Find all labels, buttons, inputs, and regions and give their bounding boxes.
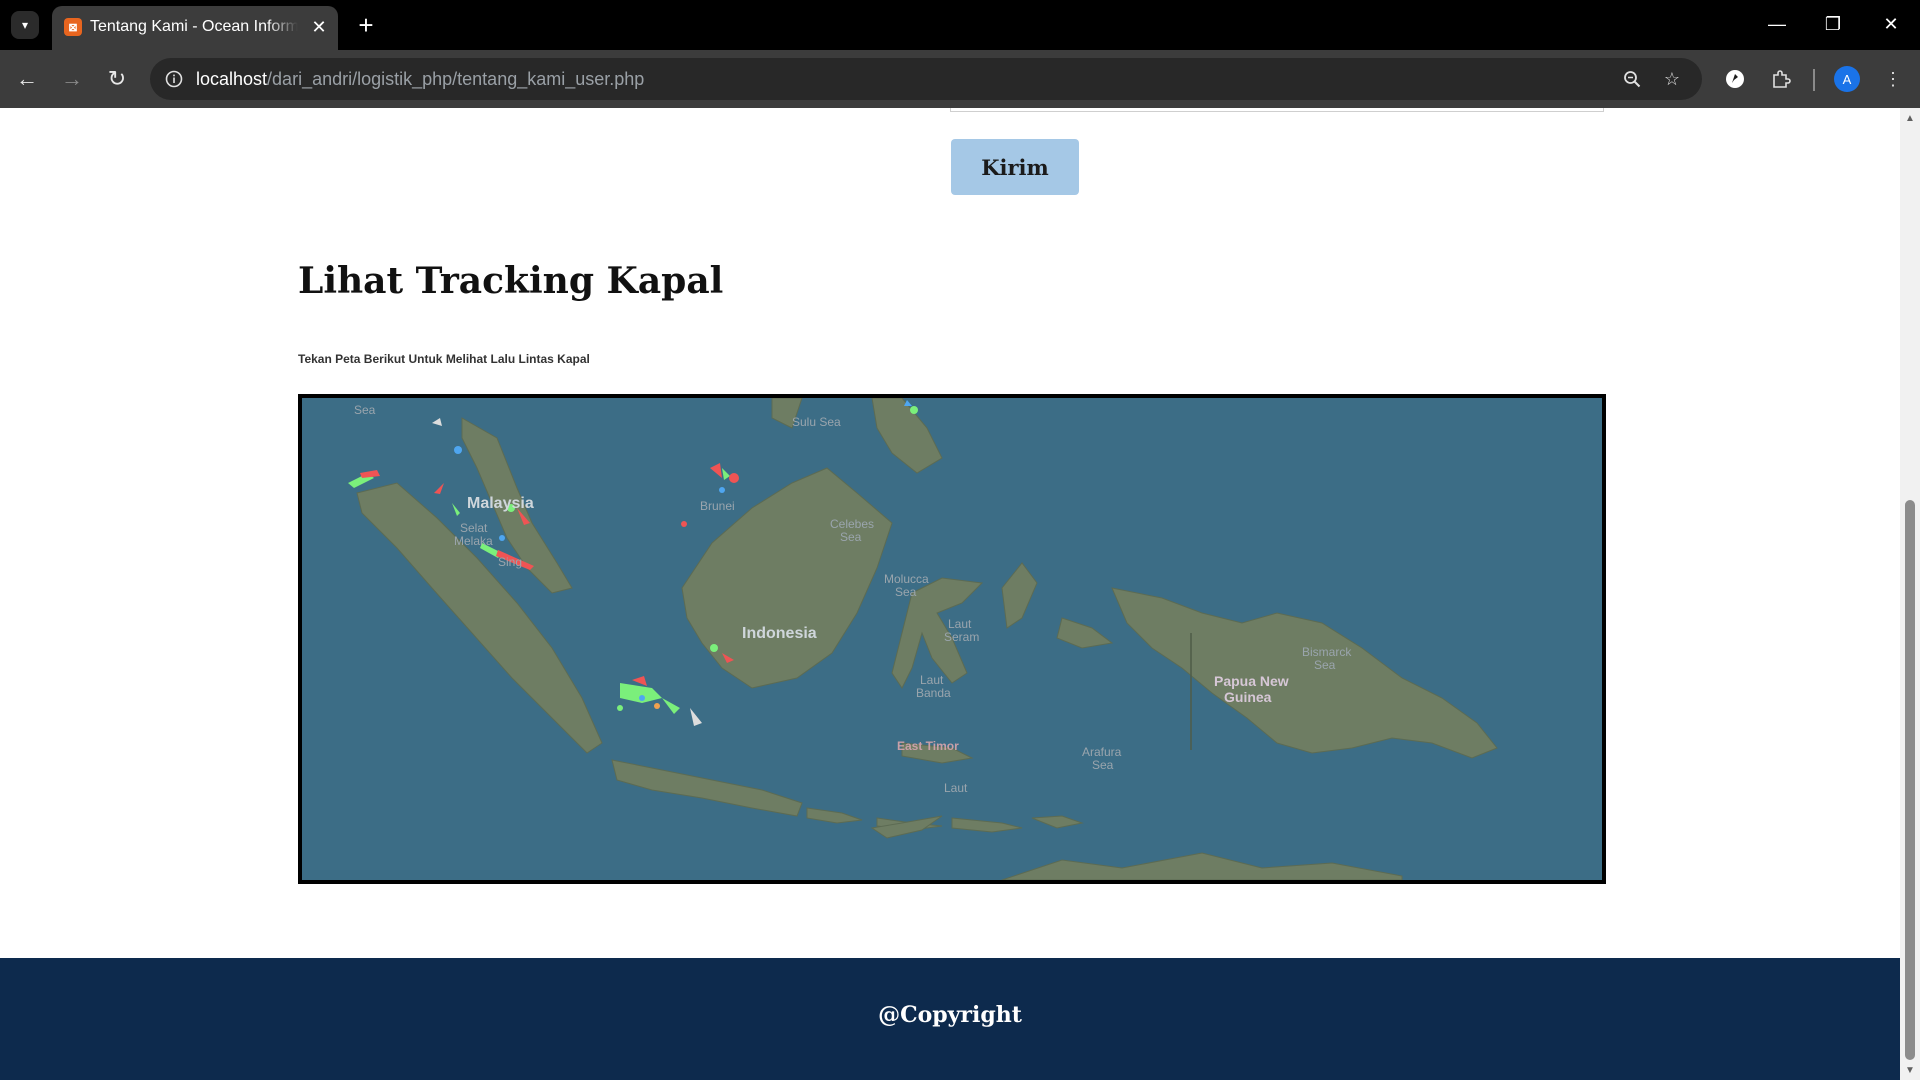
zoom-icon[interactable] (1620, 67, 1644, 91)
ship-marker (710, 644, 718, 652)
ship-marker (617, 705, 623, 711)
address-bar[interactable]: localhost/dari_andri/logistik_php/tentan… (150, 58, 1702, 100)
ship-marker (452, 503, 460, 516)
reload-icon[interactable]: ↻ (101, 63, 133, 95)
map-label: Celebes (830, 517, 874, 531)
map-label: Laut (920, 673, 944, 687)
extensions-puzzle-icon[interactable] (1766, 64, 1796, 94)
ship-tracking-map[interactable]: Sea Sulu Sea Malaysia Selat Melaka Sing … (298, 394, 1606, 884)
tab-close-icon[interactable]: ✕ (308, 16, 330, 38)
page-scrollbar[interactable]: ▲ ▼ (1900, 108, 1920, 1080)
map-label: Molucca (884, 572, 929, 586)
extension-pin-icon[interactable] (1720, 64, 1750, 94)
ship-marker (729, 473, 739, 483)
map-label: Guinea (1224, 689, 1272, 705)
close-window-icon[interactable]: ✕ (1871, 8, 1911, 40)
map-label: Sulu Sea (792, 415, 841, 429)
ship-marker (719, 487, 725, 493)
ship-marker (632, 676, 647, 686)
ship-marker (499, 535, 505, 541)
map-label: Sea (354, 403, 376, 417)
map-label: Papua New (1214, 673, 1289, 689)
ship-marker (432, 418, 442, 426)
ship-marker (710, 463, 722, 478)
map-label: Sea (840, 530, 862, 544)
ship-marker (662, 698, 680, 714)
toolbar-divider (1813, 69, 1815, 91)
restore-icon[interactable]: ❐ (1813, 8, 1853, 40)
map-label: Melaka (454, 534, 493, 548)
scroll-down-arrow-icon[interactable]: ▼ (1904, 1064, 1916, 1076)
map-label: Selat (460, 521, 488, 535)
url-path: /dari_andri/logistik_php/tentang_kami_us… (267, 69, 645, 89)
ship-marker (681, 521, 687, 527)
map-label: Brunei (700, 499, 735, 513)
land-layer (356, 398, 1498, 880)
browser-tab-bar: ▾ ⊠ Tentang Kami - Ocean Informat ✕ + — … (0, 0, 1920, 50)
submit-button[interactable]: Kirim (951, 139, 1079, 195)
xampp-favicon-icon: ⊠ (64, 18, 82, 36)
browser-tab[interactable]: ⊠ Tentang Kami - Ocean Informat ✕ (52, 6, 338, 50)
more-menu-icon[interactable]: ⋮ (1878, 64, 1908, 94)
ship-marker (690, 708, 702, 726)
map-label: Laut (948, 617, 972, 631)
map-label: Indonesia (742, 625, 817, 642)
tab-search-icon[interactable]: ▾ (11, 11, 39, 39)
map-label: Sea (1314, 658, 1336, 672)
minimize-icon[interactable]: — (1757, 8, 1797, 40)
section-title: Lihat Tracking Kapal (298, 260, 724, 302)
url-host: localhost (196, 69, 268, 89)
map-label: Sea (1092, 758, 1114, 772)
page-viewport: Kirim Lihat Tracking Kapal Tekan Peta Be… (0, 108, 1900, 1080)
ship-marker (454, 446, 462, 454)
map-label: Arafura (1082, 745, 1122, 759)
ship-marker (360, 470, 380, 478)
new-tab-icon[interactable]: + (352, 10, 380, 40)
map-label: Bismarck (1302, 645, 1352, 659)
scroll-up-arrow-icon[interactable]: ▲ (1904, 112, 1916, 124)
ship-marker (639, 695, 645, 701)
copyright-text: @Copyright (878, 1002, 1022, 1028)
back-arrow-icon[interactable]: ← (11, 63, 43, 95)
map-label: Malaysia (467, 495, 534, 512)
ship-marker (910, 406, 918, 414)
map-label: Sing (498, 555, 522, 569)
scroll-thumb[interactable] (1905, 500, 1915, 1060)
url-text: localhost/dari_andri/logistik_php/tentan… (196, 69, 644, 90)
tab-title: Tentang Kami - Ocean Informat (90, 18, 298, 35)
map-label: Banda (916, 686, 951, 700)
profile-avatar[interactable]: A (1834, 66, 1860, 92)
map-label: Laut (944, 781, 968, 795)
browser-toolbar: ← → ↻ localhost/dari_andri/logistik_php/… (0, 50, 1920, 108)
page-footer: @Copyright (0, 958, 1900, 1080)
bookmark-star-icon[interactable]: ☆ (1660, 67, 1684, 91)
forward-arrow-icon[interactable]: → (56, 63, 88, 95)
map-label: East Timor (897, 739, 959, 753)
site-info-icon[interactable] (162, 67, 186, 91)
map-label: Sea (895, 585, 917, 599)
section-subtitle: Tekan Peta Berikut Untuk Melihat Lalu Li… (298, 352, 590, 366)
message-textarea[interactable] (950, 108, 1604, 112)
ship-marker (434, 483, 444, 494)
ship-marker (722, 468, 730, 480)
ship-marker (654, 703, 660, 709)
map-canvas[interactable]: Sea Sulu Sea Malaysia Selat Melaka Sing … (302, 398, 1602, 880)
map-label: Seram (944, 630, 979, 644)
